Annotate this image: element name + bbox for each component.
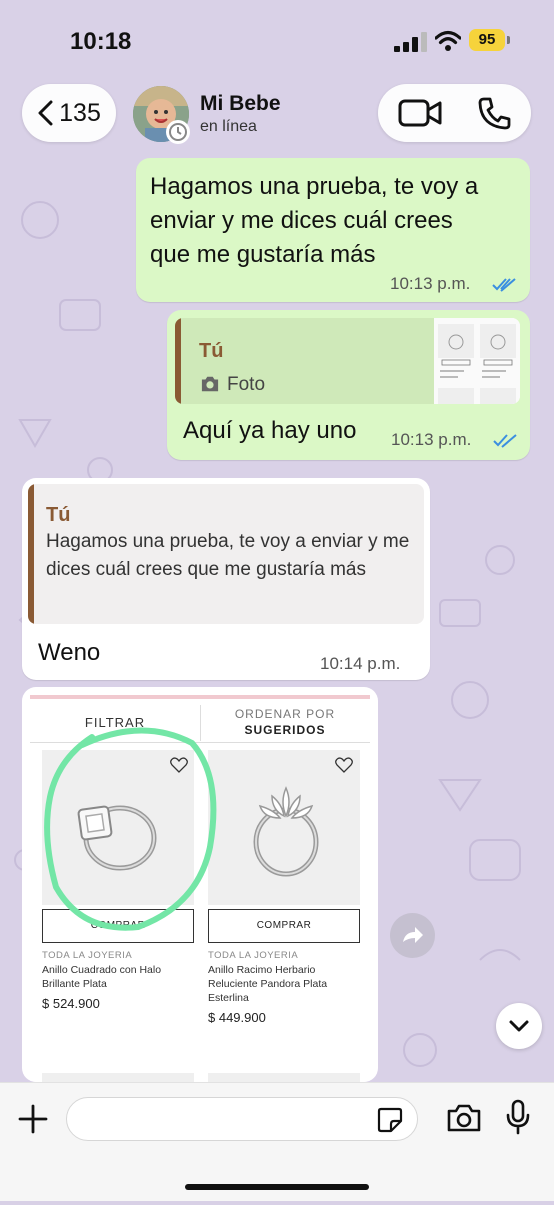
forward-button[interactable] bbox=[390, 913, 435, 958]
message-line: enviar y me dices cuál crees bbox=[150, 207, 453, 234]
cellular-signal-icon bbox=[394, 32, 427, 52]
contact-status: en línea bbox=[200, 118, 257, 135]
camera-icon[interactable] bbox=[446, 1103, 482, 1133]
sticker-icon[interactable] bbox=[377, 1107, 403, 1133]
scroll-to-bottom-button[interactable] bbox=[496, 1003, 542, 1049]
phone-call-icon[interactable] bbox=[476, 96, 512, 130]
message-input[interactable] bbox=[66, 1097, 418, 1141]
video-call-icon[interactable] bbox=[398, 98, 442, 128]
message-time: 10:14 p.m. bbox=[320, 654, 401, 673]
message-text: Aquí ya hay uno bbox=[183, 417, 357, 444]
incoming-image-message[interactable]: FILTRAR ORDENAR POR SUGERIDOS COMPRAR TO… bbox=[22, 687, 378, 1082]
read-receipt-icon bbox=[493, 434, 517, 448]
clock-badge-icon bbox=[169, 123, 187, 141]
quote-text: Hagamos una prueba, te voy a enviar y me… bbox=[46, 531, 410, 580]
photo-thumbnail bbox=[434, 318, 520, 404]
quote-accent-bar bbox=[175, 318, 181, 404]
quoted-message[interactable]: Tú Foto bbox=[175, 318, 520, 404]
status-badge bbox=[166, 120, 190, 144]
call-actions bbox=[378, 84, 531, 142]
plus-icon[interactable] bbox=[17, 1103, 49, 1135]
wifi-icon bbox=[435, 30, 461, 51]
message-line: que me gustaría más bbox=[150, 241, 376, 268]
message-time: 10:13 p.m. bbox=[390, 274, 471, 293]
status-bar: 10:18 95 bbox=[0, 0, 554, 84]
composer-bar bbox=[0, 1082, 554, 1201]
chevron-left-icon bbox=[38, 100, 53, 126]
quote-accent-bar bbox=[28, 484, 34, 624]
message-time: 10:13 p.m. bbox=[391, 430, 472, 449]
message-line: Hagamos una prueba, te voy a bbox=[150, 173, 479, 200]
battery-indicator: 95 bbox=[469, 29, 505, 51]
home-indicator bbox=[185, 1184, 369, 1190]
message-text: Weno bbox=[38, 639, 101, 666]
incoming-reply-message[interactable]: Tú Hagamos una prueba, te voy a enviar y… bbox=[22, 478, 430, 680]
chevron-down-icon bbox=[509, 1020, 529, 1032]
quote-author: Tú bbox=[46, 504, 71, 526]
outgoing-message[interactable]: Hagamos una prueba, te voy a enviar y me… bbox=[136, 158, 530, 302]
forward-arrow-icon bbox=[403, 927, 423, 943]
contact-name[interactable]: Mi Bebe bbox=[200, 92, 281, 116]
back-button[interactable]: 135 bbox=[22, 84, 116, 142]
quote-label: Foto bbox=[227, 374, 266, 395]
product-grid-thumbnail-icon bbox=[434, 318, 520, 404]
battery-tip bbox=[507, 36, 510, 44]
quoted-message[interactable]: Tú Hagamos una prueba, te voy a enviar y… bbox=[28, 484, 424, 624]
clock: 10:18 bbox=[70, 28, 132, 55]
quote-author: Tú bbox=[199, 340, 224, 362]
camera-small-icon bbox=[201, 376, 219, 392]
chat-header: 135 Mi Bebe en línea bbox=[0, 84, 554, 160]
read-receipt-icon bbox=[492, 278, 516, 292]
highlight-circle-icon bbox=[44, 727, 217, 931]
outgoing-reply-message[interactable]: Tú Foto Aquí ya hay uno 10:13 p.m. bbox=[167, 310, 530, 460]
microphone-icon[interactable] bbox=[505, 1099, 531, 1135]
unread-count: 135 bbox=[59, 98, 101, 127]
